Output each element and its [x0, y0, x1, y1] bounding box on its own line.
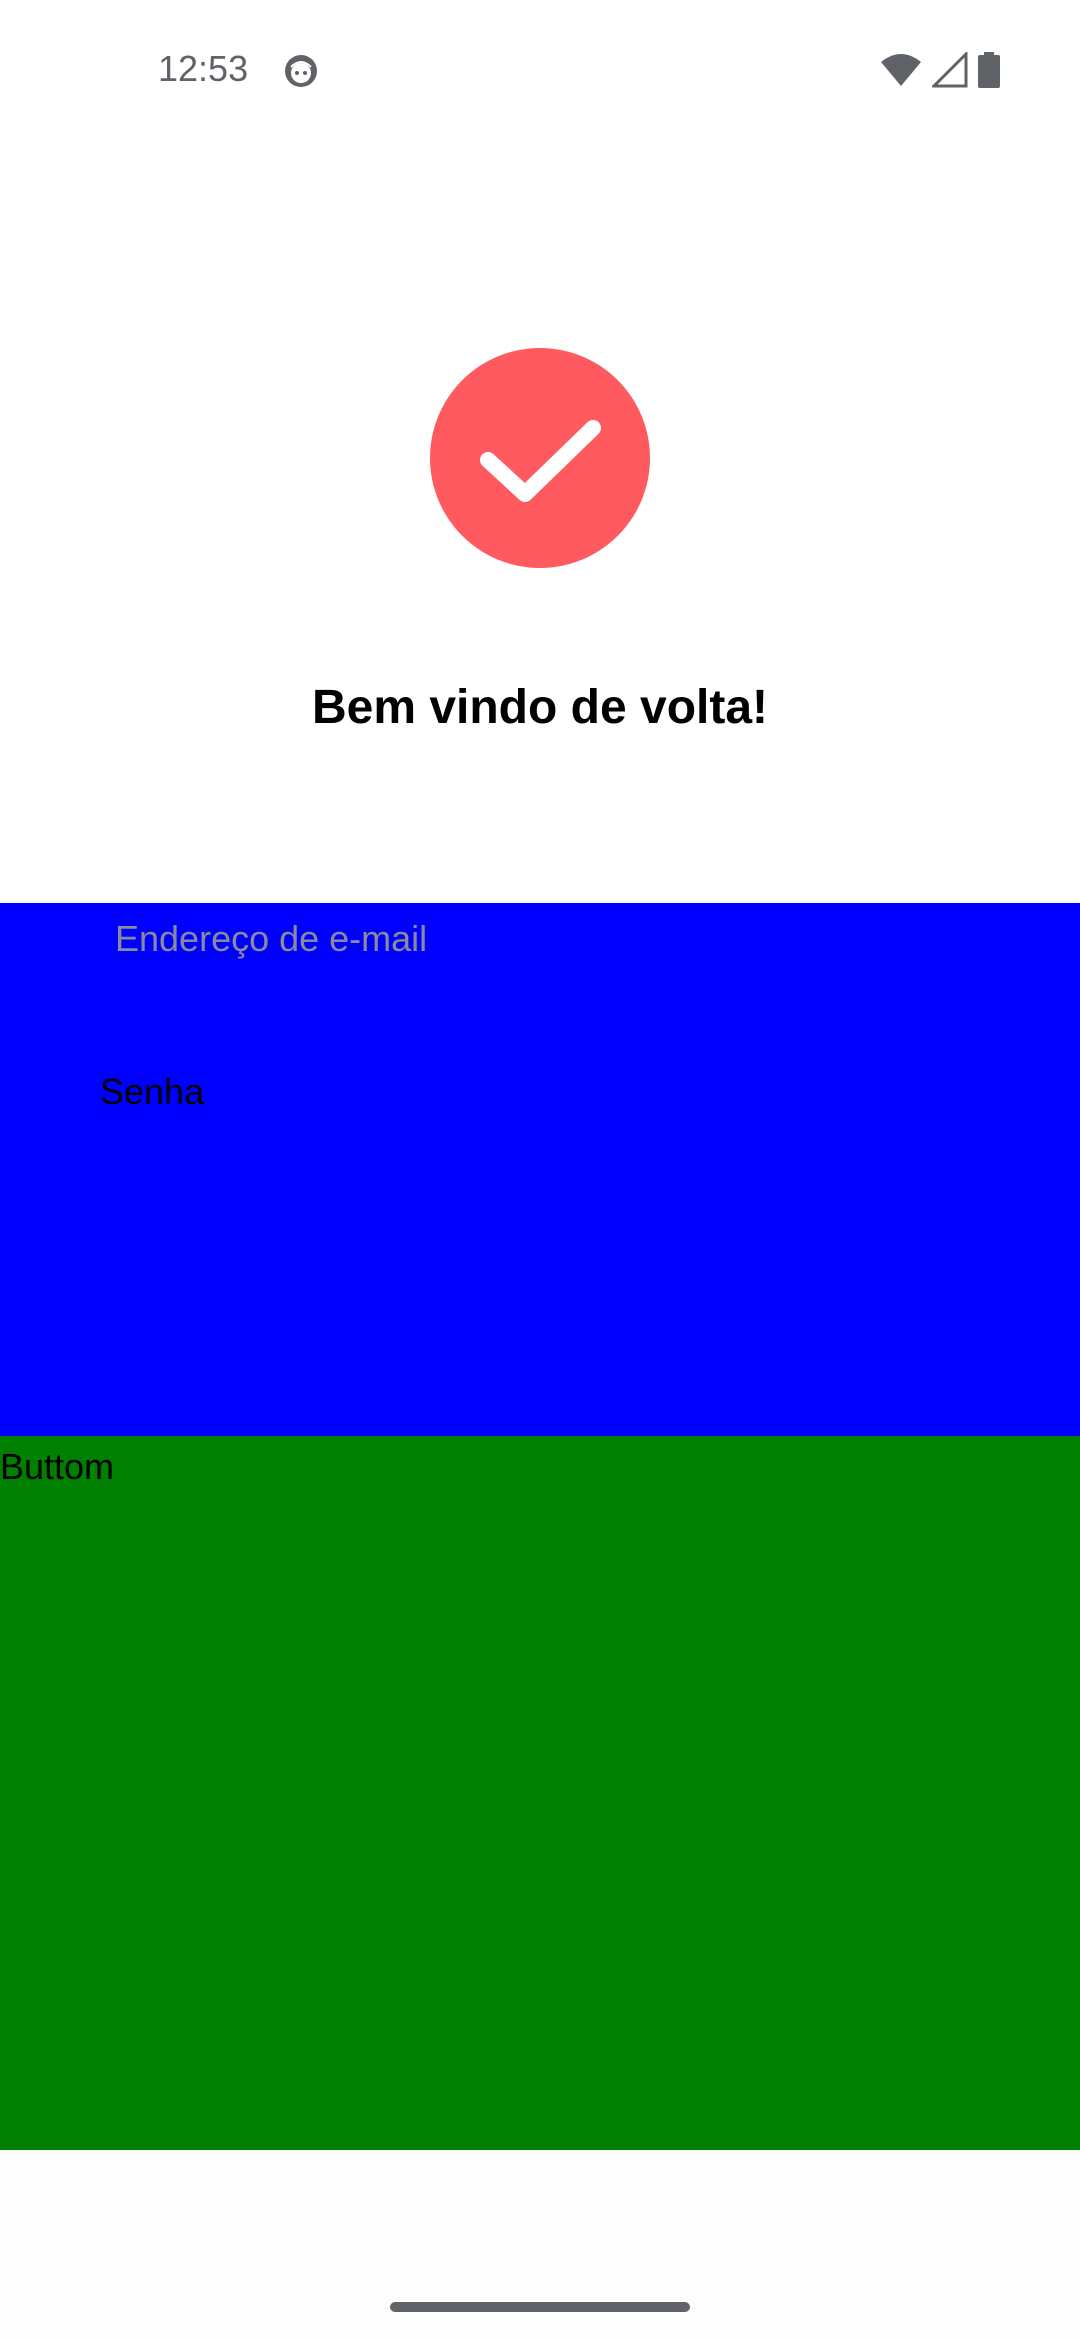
battery-icon: [978, 52, 1000, 88]
login-form: Senha: [0, 903, 1080, 1436]
wifi-icon: [880, 52, 922, 88]
navigation-bar: [0, 2150, 1080, 2340]
android-face-icon: [283, 53, 319, 89]
app-screen: 12:53 Bem vindo de volta! Endereço de e-…: [0, 0, 1080, 2340]
status-icons: [880, 50, 1000, 90]
bottom-button[interactable]: Buttom: [0, 1446, 114, 1488]
password-field[interactable]: Senha: [100, 1071, 204, 1113]
status-bar: 12:53: [0, 0, 1080, 140]
bottom-container: Buttom: [0, 1436, 1080, 2150]
status-time: 12:53: [158, 48, 249, 89]
checkmark-circle-icon: [430, 348, 650, 568]
welcome-title: Bem vindo de volta!: [311, 681, 769, 734]
signal-icon: [932, 52, 968, 88]
home-indicator[interactable]: [390, 2302, 690, 2312]
email-field[interactable]: [115, 903, 995, 969]
